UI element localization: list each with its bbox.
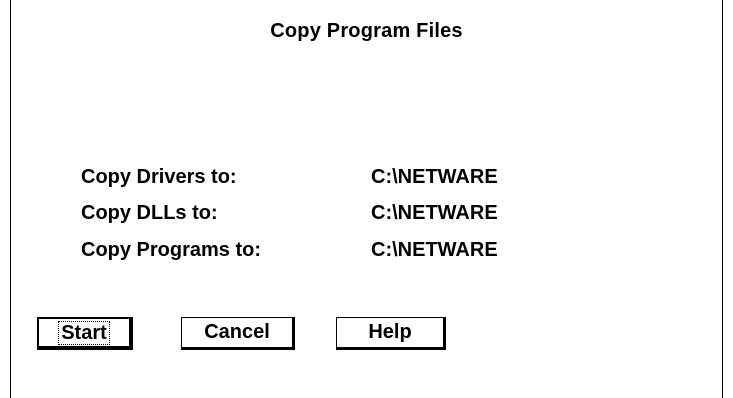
programs-destination-row: Copy Programs to: C:\NETWARE xyxy=(81,239,601,265)
help-button[interactable]: Help xyxy=(336,317,446,350)
drivers-path: C:\NETWARE xyxy=(371,166,498,188)
dialog-title: Copy Program Files xyxy=(270,20,463,42)
drivers-label: Copy Drivers to: xyxy=(81,166,237,188)
programs-path: C:\NETWARE xyxy=(371,239,498,261)
copy-program-files-dialog: Copy Program Files Copy Drivers to: C:\N… xyxy=(10,0,723,398)
dlls-label: Copy DLLs to: xyxy=(81,202,218,224)
dlls-path: C:\NETWARE xyxy=(371,202,498,224)
start-button[interactable]: Start xyxy=(37,317,133,350)
programs-label: Copy Programs to: xyxy=(81,239,262,261)
start-button-label: Start xyxy=(58,320,110,345)
dlls-destination-row: Copy DLLs to: C:\NETWARE xyxy=(81,202,601,228)
drivers-destination-row: Copy Drivers to: C:\NETWARE xyxy=(81,166,601,192)
cancel-button[interactable]: Cancel xyxy=(181,317,295,350)
